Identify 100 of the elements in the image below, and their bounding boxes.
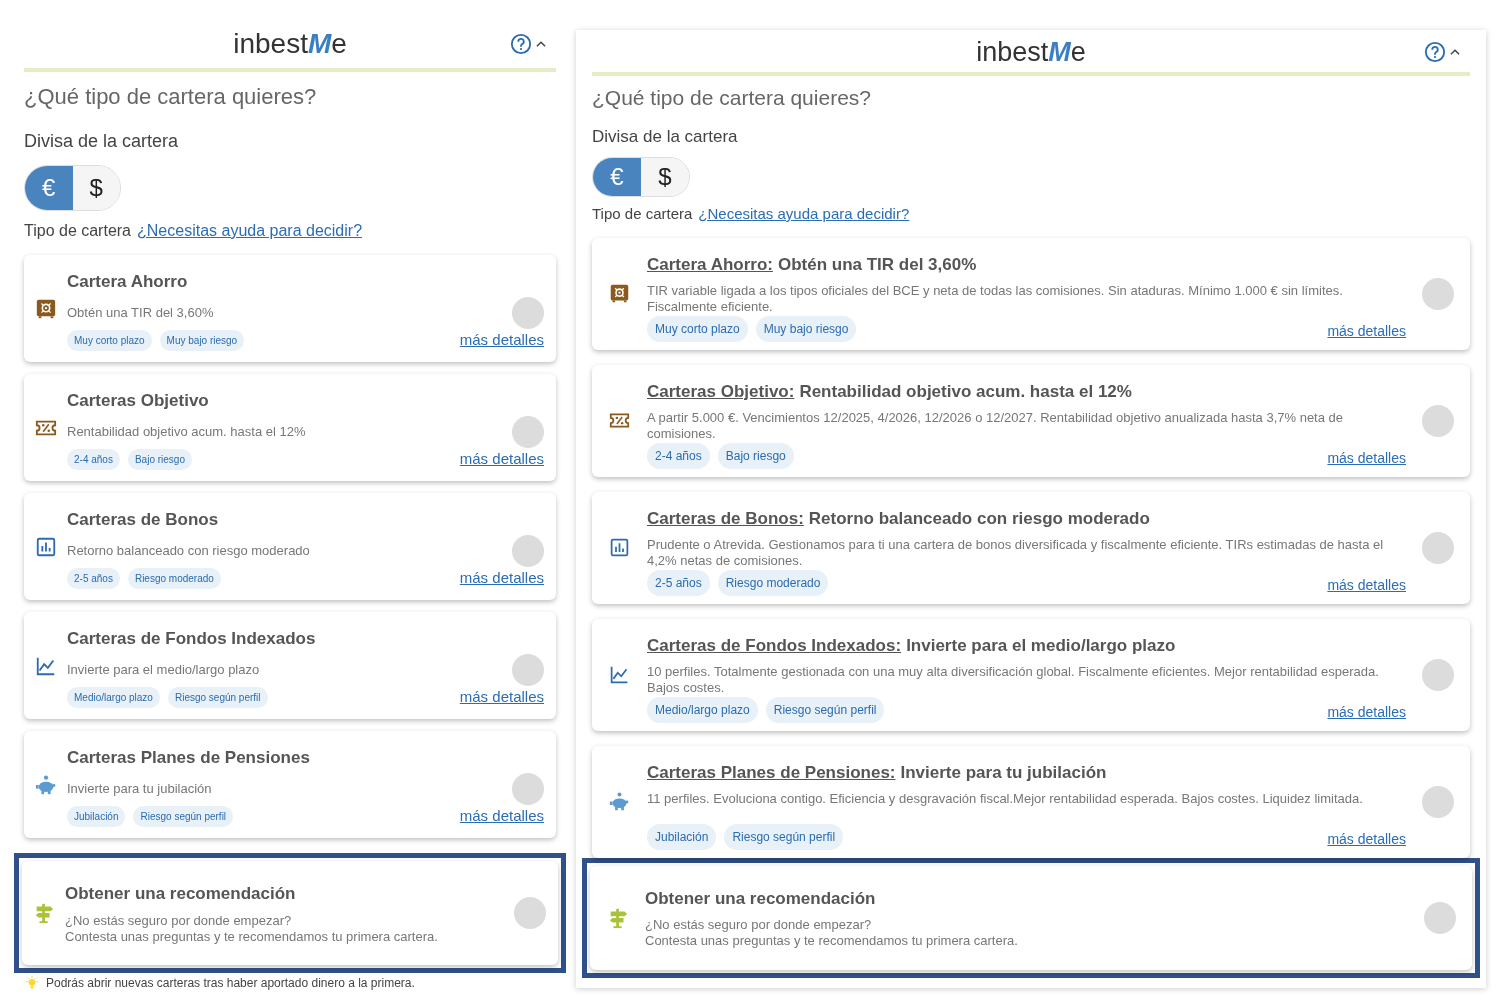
tag: Muy bajo riesgo: [755, 315, 857, 342]
page-title: ¿Qué tipo de cartera quieres?: [24, 83, 318, 111]
option-card[interactable]: Carteras de Bonos Retorno balanceado con riesgo moderado 2-5 años Riesgo moderado más detalles: [24, 493, 556, 600]
section-label: Divisa de la cartera: [24, 130, 180, 153]
option-card[interactable]: Obtener una recomendación ¿No estás seguro por donde empezar? Contesta unas preguntas y te recomendamos tu primera cartera.: [22, 861, 558, 965]
card-description: Contesta unas preguntas y te recomendamos tu primera cartera.: [65, 928, 439, 945]
card-title: Carteras Planes de Pensiones: Invierte para tu jubilación: [647, 761, 1108, 784]
details-link[interactable]: más detalles: [459, 685, 544, 708]
card-title: Carteras Objetivo: [67, 390, 210, 412]
tag: Jubilación: [647, 823, 717, 850]
details-link[interactable]: más detalles: [1327, 701, 1406, 723]
currency-option[interactable]: $: [72, 166, 120, 210]
tag: Muy bajo riesgo: [159, 330, 245, 351]
piggy-bank-icon: [34, 773, 57, 796]
tag: Riesgo según perfil: [133, 806, 234, 827]
card-description: TIR variable ligada a los tipos oficiales del BCE y neta de todas las comisiones. Sin ataduras. Mínimo 1.000 € sin límites. Fiscalmente eficiente.: [647, 283, 1344, 315]
card-description: A partir 5.000 €. Vencimientos 12/2025, 4/2026, 12/2026 o 12/2027. Rentabilidad objetivo anualizada hasta 3,7% neta de comisiones.: [647, 410, 1345, 442]
card-description: 11 perfiles. Evoluciona contigo. Eficiencia y desgravación fiscal.Mejor rentabilidad esperada. Bajos costes. Liquidez limitada.: [647, 791, 1364, 807]
section-label: Tipo de cartera: [592, 204, 693, 224]
currency-option[interactable]: $: [641, 158, 689, 196]
card-title: Cartera Ahorro: Obtén una TIR del 3,60%: [647, 253, 978, 276]
option-card[interactable]: [592, 618, 1470, 731]
currency-option[interactable]: €: [25, 166, 73, 210]
safe-icon: [609, 283, 630, 304]
card-description: Rentabilidad objetivo acum. hasta el 12%: [67, 422, 306, 441]
tag: 2-4 años: [647, 442, 710, 469]
tag: Medio/largo plazo: [67, 687, 160, 708]
radio-button[interactable]: [512, 772, 544, 805]
card-title: Carteras Planes de Pensiones: [67, 747, 311, 769]
tag: Riesgo según perfil: [765, 696, 885, 723]
tag: Muy corto plazo: [647, 315, 748, 342]
tag: Riesgo moderado: [717, 569, 829, 596]
card-description: ¿No estás seguro por donde empezar?: [65, 912, 293, 929]
radio-button[interactable]: [1424, 901, 1456, 934]
section-label: Tipo de cartera: [24, 221, 131, 241]
logo: inbestMe: [233, 27, 347, 61]
radio-button[interactable]: [512, 296, 544, 329]
line-chart-icon: [609, 664, 630, 685]
card-description: 10 perfiles. Totalmente gestionada con una muy alta diversificación global. Fiscalmente eficientes. Mejor rentabilidad esperada. Bajos costes.: [647, 664, 1380, 696]
card-description: Retorno balanceado con riesgo moderado: [67, 541, 310, 560]
details-link[interactable]: más detalles: [1327, 447, 1406, 469]
tag: Bajo riesgo: [127, 449, 192, 470]
card-description: Contesta unas preguntas y te recomendamos tu primera cartera.: [645, 933, 1019, 950]
option-card[interactable]: Carteras de Fondos Indexados Invierte para el medio/largo plazo Medio/largo plazo Riesgo según perfil más detalles: [24, 612, 556, 719]
tag: Jubilación: [67, 806, 126, 827]
radio-button[interactable]: [1422, 785, 1454, 818]
option-card[interactable]: Cartera Ahorro Obtén una TIR del 3,60% Muy corto plazo Muy bajo riesgo más detalles: [24, 255, 556, 362]
radio-button[interactable]: [1422, 531, 1454, 564]
tag: Riesgo según perfil: [724, 823, 844, 850]
radio-button[interactable]: [512, 653, 544, 686]
logo: inbestMe: [976, 35, 1086, 69]
radio-button[interactable]: [512, 534, 544, 567]
radio-button[interactable]: [1422, 404, 1454, 437]
card-title: Carteras de Bonos: [67, 509, 220, 531]
details-link[interactable]: más detalles: [459, 328, 544, 351]
help-icon[interactable]: [1424, 41, 1446, 63]
tag: Riesgo moderado: [127, 568, 221, 589]
tag: Riesgo según perfil: [167, 687, 268, 708]
details-link[interactable]: más detalles: [1327, 320, 1406, 342]
option-card[interactable]: [592, 491, 1470, 604]
option-card[interactable]: Obtener una recomendación ¿No estás seguro por donde empezar? Contesta unas preguntas y te recomendamos tu primera cartera.: [590, 865, 1472, 970]
tag: Bajo riesgo: [717, 442, 794, 469]
card-title: Obtener una recomendación: [65, 883, 297, 906]
footer-note: Podrás abrir nuevas carteras tras haber aportado dinero a la primera.: [46, 975, 415, 992]
radio-button[interactable]: [1422, 277, 1454, 310]
lightbulb-icon: [24, 975, 40, 991]
page-title: ¿Qué tipo de cartera quieres?: [592, 85, 872, 111]
currency-option[interactable]: €: [593, 158, 641, 196]
card-title: Carteras de Bonos: Retorno balanceado con riesgo moderado: [647, 507, 1151, 530]
option-card[interactable]: [592, 364, 1470, 477]
section-label: Divisa de la cartera: [592, 125, 739, 148]
tag: 2-4 años: [67, 449, 120, 470]
radio-button[interactable]: [1422, 658, 1454, 691]
details-link[interactable]: más detalles: [1327, 574, 1406, 596]
option-card[interactable]: [592, 745, 1470, 858]
radio-button[interactable]: [512, 415, 544, 448]
card-description: Prudente o Atrevida. Gestionamos para ti una cartera de bonos diversificada y fiscalmente eficiente. TIRs estimadas de hasta el 4,2% netas de comisiones.: [647, 537, 1385, 569]
details-link[interactable]: más detalles: [459, 804, 544, 827]
help-link[interactable]: ¿Necesitas ayuda para decidir?: [698, 203, 910, 226]
radio-button[interactable]: [514, 897, 546, 929]
bar-chart-icon: [609, 537, 630, 558]
option-card[interactable]: Carteras Objetivo Rentabilidad objetivo acum. hasta el 12% 2-4 años Bajo riesgo más detalles: [24, 374, 556, 481]
card-description: Invierte para el medio/largo plazo: [67, 660, 260, 679]
tag: 2-5 años: [67, 568, 120, 589]
details-link[interactable]: más detalles: [459, 566, 544, 589]
piggy-bank-icon: [609, 791, 630, 812]
tag: Muy corto plazo: [67, 330, 152, 351]
option-card[interactable]: Carteras Planes de Pensiones Invierte para tu jubilación Jubilación Riesgo según perfil más detalles: [24, 731, 556, 838]
help-icon[interactable]: [510, 33, 532, 55]
card-description: Invierte para tu jubilación: [67, 779, 212, 798]
details-link[interactable]: más detalles: [1327, 828, 1406, 850]
card-description: Obtén una TIR del 3,60%: [67, 303, 214, 322]
card-title: Cartera Ahorro: [67, 271, 189, 293]
card-title: Carteras de Fondos Indexados: Invierte para el medio/largo plazo: [647, 634, 1177, 657]
safe-icon: [34, 297, 57, 320]
details-link[interactable]: más detalles: [459, 447, 544, 470]
option-card[interactable]: [592, 237, 1470, 350]
tag: 2-5 años: [647, 569, 710, 596]
help-link[interactable]: ¿Necesitas ayuda para decidir?: [137, 219, 363, 243]
card-title: Carteras Objetivo: Rentabilidad objetivo acum. hasta el 12%: [647, 380, 1133, 403]
